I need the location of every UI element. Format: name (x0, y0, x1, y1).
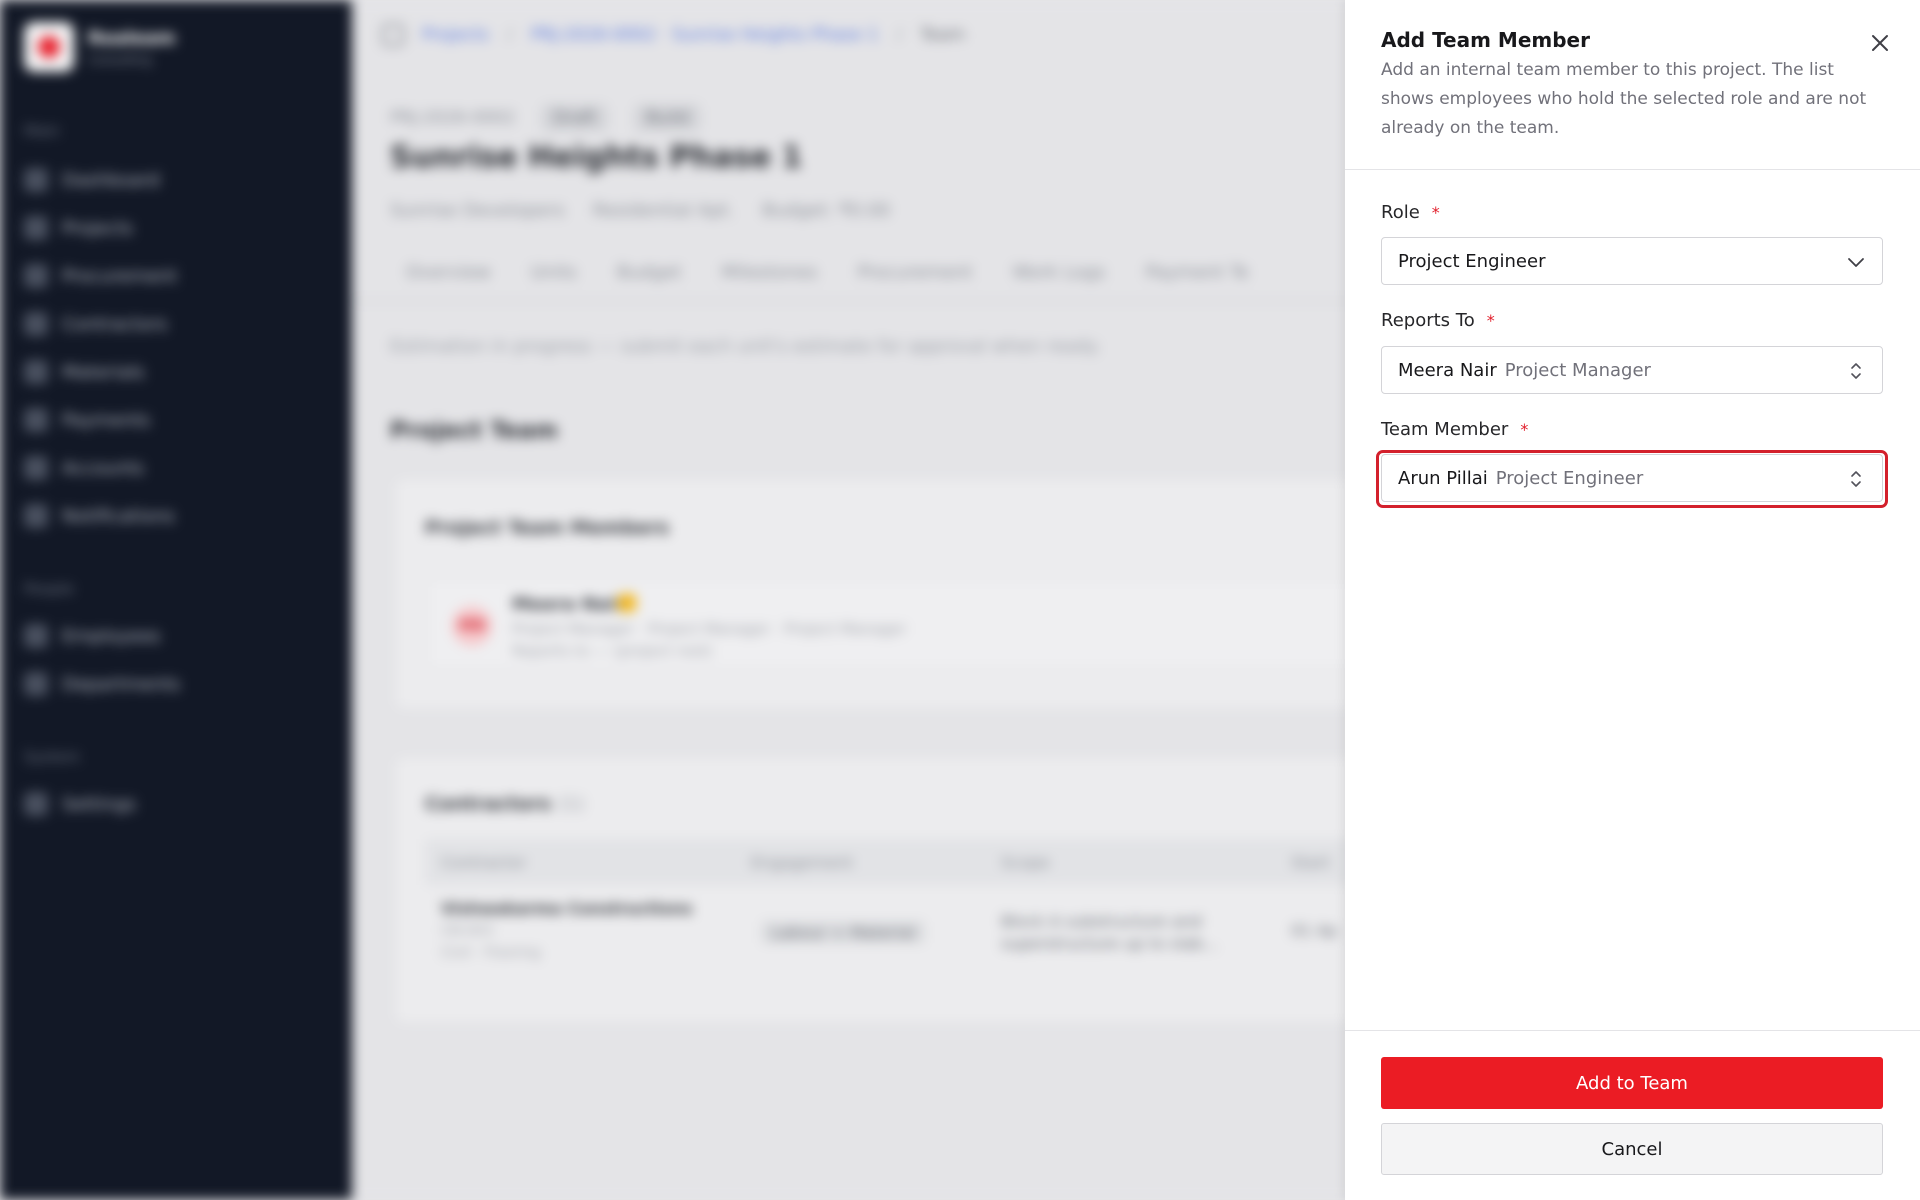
drawer-title: Add Team Member (1381, 28, 1590, 52)
column-header: Engagement (751, 852, 854, 872)
tab-payment-terms[interactable]: Payment Te (1145, 262, 1249, 300)
status-badge: Draft (541, 104, 609, 132)
contractors-card: Contractors (1) Contractor Engagement Sc… (394, 756, 1494, 1024)
project-meta: Sunrise Developers Residential Apt. Budg… (390, 200, 890, 221)
required-indicator: * (1486, 311, 1495, 330)
breadcrumb-current: Team (920, 25, 966, 45)
brand-sub: Consulting (88, 52, 152, 67)
tab-budget[interactable]: Budget (617, 262, 682, 300)
sidebar-item-dashboard[interactable]: Dashboard (24, 168, 160, 192)
sidebar-item-contractors[interactable]: Contractors (24, 312, 167, 336)
add-team-member-drawer: Add Team Member Add an internal team mem… (1345, 0, 1920, 1200)
breadcrumb-projects[interactable]: Projects (422, 25, 489, 45)
table-header: Contractor Engagement Scope Start (425, 839, 1465, 885)
sidebar-item-accounts[interactable]: Accounts (24, 456, 144, 480)
contractors-title: Contractors (1) (425, 793, 585, 815)
column-header: Contractor (441, 852, 527, 872)
sidebar-item-projects[interactable]: Projects (24, 216, 133, 240)
team-member-focus-ring (1376, 450, 1888, 508)
procurement-icon (24, 264, 48, 288)
reports-to-combobox[interactable]: Meera Nair Project Manager (1381, 346, 1883, 394)
close-icon (1872, 35, 1888, 51)
drawer-header: Add Team Member Add an internal team mem… (1345, 0, 1920, 170)
brand: Realeam Consulting (24, 22, 176, 72)
role-select[interactable]: Project Engineer (1381, 237, 1883, 285)
sidebar-item-employees[interactable]: Employees (24, 624, 161, 648)
team-card-title: Project Team Members (425, 517, 670, 539)
tab-milestones[interactable]: Milestones (722, 262, 818, 300)
project-type: Residential Apt. (592, 200, 735, 221)
breadcrumb-separator: / (507, 25, 513, 45)
building-icon (24, 672, 48, 696)
sidebar-toggle-icon[interactable] (382, 24, 404, 46)
project-tag: Build (634, 104, 701, 132)
bell-icon (24, 504, 48, 528)
payments-icon (24, 408, 48, 432)
sidebar-item-settings[interactable]: Settings (24, 792, 136, 816)
sidebar-item-departments[interactable]: Departments (24, 672, 180, 696)
reports-to-name: Meera Nair (1398, 359, 1497, 381)
nav-section-people: People (24, 580, 74, 598)
nav-section-system: System (24, 748, 80, 766)
brand-logo-icon (24, 22, 74, 72)
brand-name: Realeam (88, 27, 176, 49)
contractors-icon (24, 312, 48, 336)
member-roles: Project Manager · Project Manager · Proj… (512, 620, 907, 638)
sidebar-item-payments[interactable]: Payments (24, 408, 150, 432)
drawer-description: Add an internal team member to this proj… (1381, 60, 1867, 138)
sidebar-item-notifications[interactable]: Notifications (24, 504, 175, 528)
role-label: Role * (1381, 202, 1440, 223)
cancel-button[interactable]: Cancel (1381, 1123, 1883, 1175)
project-code: PRJ-2026-0002 (390, 108, 516, 128)
accounts-icon (24, 456, 48, 480)
drawer-footer: Add to Team Cancel (1345, 1030, 1920, 1200)
project-budget: Budget: ₹0.00 (762, 200, 891, 221)
required-indicator: * (1520, 420, 1529, 439)
sidebar-item-procurement[interactable]: Procurement (24, 264, 177, 288)
nav-section-main: Main (24, 122, 60, 140)
list-item[interactable]: MN Meera Nair Project Manager · Project … (427, 579, 1467, 669)
sidebar: Realeam Consulting Main Dashboard Projec… (0, 0, 352, 1200)
team-member-label: Team Member * (1381, 419, 1529, 440)
projects-icon (24, 216, 48, 240)
chevron-down-icon (1848, 258, 1864, 267)
required-indicator: * (1431, 203, 1440, 222)
sidebar-item-materials[interactable]: Materials (24, 360, 145, 384)
gear-icon (24, 792, 48, 816)
notice-text: Estimation in progress — submit each uni… (390, 336, 1101, 357)
breadcrumb-separator: / (896, 25, 903, 45)
column-header: Start (1291, 852, 1331, 872)
tab-units[interactable]: Units (531, 262, 577, 300)
project-client: Sunrise Developers (390, 200, 565, 221)
project-code-row: PRJ-2026-0002 Draft Build (390, 104, 701, 132)
page-title: Sunrise Heights Phase 1 (390, 140, 803, 175)
tab-procurement[interactable]: Procurement (857, 262, 972, 300)
breadcrumb: Projects / PRJ-2026-0002 · Sunrise Heigh… (382, 24, 965, 46)
reports-to-label: Reports To * (1381, 310, 1495, 331)
tab-work-logs[interactable]: Work Logs (1012, 262, 1105, 300)
dashboard-icon (24, 168, 48, 192)
avatar: MN (452, 606, 492, 646)
star-icon (618, 594, 636, 612)
member-reports: Reports to — (project root) (512, 642, 713, 660)
member-name: Meera Nair (512, 594, 624, 615)
chevron-up-down-icon (1851, 363, 1861, 379)
close-button[interactable] (1865, 28, 1895, 58)
reports-to-role: Project Manager (1504, 359, 1651, 381)
role-select-value: Project Engineer (1398, 250, 1546, 272)
table-row[interactable]: Vishwakarma Constructions CN-003 Civil ·… (425, 887, 1465, 977)
section-title: Project Team (390, 418, 558, 444)
materials-icon (24, 360, 48, 384)
add-to-team-button[interactable]: Add to Team (1381, 1057, 1883, 1109)
team-card: Project Team Members MN Meera Nair Proje… (394, 478, 1494, 710)
breadcrumb-project[interactable]: PRJ-2026-0002 · Sunrise Heights Phase 1 (531, 25, 879, 45)
column-header: Scope (1001, 852, 1050, 872)
users-icon (24, 624, 48, 648)
tab-overview[interactable]: Overview (406, 262, 491, 300)
